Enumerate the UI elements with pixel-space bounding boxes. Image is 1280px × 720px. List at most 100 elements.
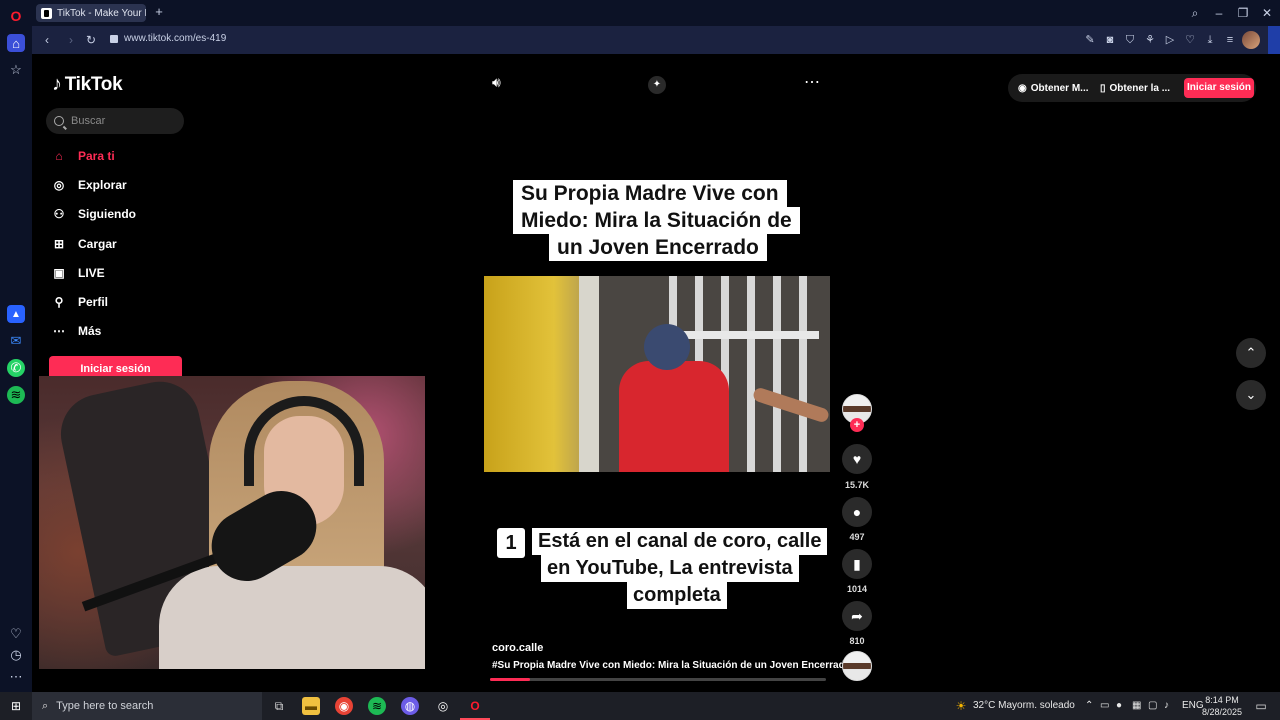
new-tab-button[interactable]: + xyxy=(152,5,166,19)
display-icon[interactable]: ▢ xyxy=(1148,700,1157,711)
search-tabs-icon[interactable]: ⌕ xyxy=(1186,4,1204,22)
windows-start-icon[interactable]: ⊞ xyxy=(7,697,25,715)
volume-icon[interactable]: 🔊︎ xyxy=(492,74,501,91)
history-icon[interactable]: ◷ xyxy=(7,646,25,664)
next-video-button[interactable]: ⌄ xyxy=(1236,380,1266,410)
maximize-icon[interactable]: ❐ xyxy=(1234,4,1252,22)
sidebar-item-mas[interactable]: ⋯ Más xyxy=(52,320,101,342)
menu-icon[interactable]: ≡ xyxy=(1222,32,1238,48)
system-clock[interactable]: 8:14 PM 8/28/2025 xyxy=(1202,694,1242,718)
save-button[interactable]: ▮ xyxy=(842,549,872,579)
star-icon[interactable]: ☆ xyxy=(7,61,25,79)
url-field[interactable]: www.tiktok.com/es-419 xyxy=(110,33,226,44)
messenger-taskbar-icon[interactable]: ◍ xyxy=(401,697,419,715)
shield-icon[interactable]: ⛉ xyxy=(1122,32,1138,48)
sidebar-item-cargar[interactable]: ⊞ Cargar xyxy=(52,233,117,255)
caption-number: 1 xyxy=(497,528,525,558)
spotify-taskbar-icon[interactable]: ≋ xyxy=(368,697,386,715)
profile-avatar[interactable] xyxy=(1242,31,1260,49)
search-input[interactable] xyxy=(71,115,171,127)
get-app-button[interactable]: ▯ Obtener la ... xyxy=(1100,74,1170,102)
video-title-overlay: Su Propia Madre Vive con Miedo: Mira la … xyxy=(481,180,803,266)
back-icon[interactable]: ‹ xyxy=(38,31,56,49)
meet-icon[interactable]: ▭ xyxy=(1100,700,1109,711)
sidebar-item-siguiendo[interactable]: ⚇ Siguiendo xyxy=(52,203,136,225)
video-progress-bar[interactable] xyxy=(490,678,826,681)
compass-icon: ◎ xyxy=(53,178,65,192)
tiktok-logo[interactable]: ♪ TikTok xyxy=(52,73,123,96)
heart-icon[interactable]: ♡ xyxy=(1182,32,1198,48)
get-app-label: Obtener la ... xyxy=(1109,82,1171,94)
lock-icon xyxy=(110,34,118,43)
sidebar-item-para-ti[interactable]: ⌂ Para ti xyxy=(52,145,114,167)
taskbar-search-input[interactable] xyxy=(56,700,207,712)
obs-icon[interactable]: ◎ xyxy=(434,697,452,715)
bookmark-icon: ▮ xyxy=(853,555,861,572)
tab-tiktok[interactable]: TikTok - Make Your Da × xyxy=(36,4,146,22)
share-icon: ➦ xyxy=(851,607,863,624)
upload-icon: ⊞ xyxy=(53,237,65,251)
forward-icon[interactable]: › xyxy=(62,31,80,49)
more-options-icon[interactable]: ⋯ xyxy=(804,72,820,92)
share-button[interactable]: ➦ xyxy=(842,601,872,631)
logo-text: TikTok xyxy=(64,73,123,95)
tray-chevron-icon[interactable]: ⌃ xyxy=(1085,700,1093,711)
play-icon[interactable]: ▷ xyxy=(1162,32,1178,48)
clock-time: 8:14 PM xyxy=(1205,695,1239,705)
edit-icon[interactable]: ✎ xyxy=(1082,32,1098,48)
video-description: #Su Propia Madre Vive con Miedo: Mira la… xyxy=(492,660,851,671)
profile-icon: ⚲ xyxy=(54,295,64,309)
network-icon[interactable]: ▦ xyxy=(1132,700,1141,711)
title-line-3: un Joven Encerrado xyxy=(549,234,767,261)
notification-icon[interactable]: ▭ xyxy=(1252,697,1270,715)
messenger-icon[interactable]: ✉ xyxy=(7,332,25,350)
previous-video-button[interactable]: ⌃ xyxy=(1236,338,1266,368)
reload-icon[interactable]: ↻ xyxy=(82,31,100,49)
address-bar: ‹ › ↻ www.tiktok.com/es-419 ✎ ◙ ⛉ ⚘ ▷ ♡ … xyxy=(32,26,1268,54)
vpn-icon[interactable]: ⚘ xyxy=(1142,32,1158,48)
weather-text[interactable]: 32°C Mayorm. soleado xyxy=(973,700,1075,711)
get-coins-button[interactable]: ◉ Obtener M... xyxy=(1018,74,1089,102)
video-author[interactable]: coro.calle xyxy=(492,642,543,654)
header-login-button[interactable]: Iniciar sesión xyxy=(1184,78,1254,98)
sidebar-item-explorar[interactable]: ◎ Explorar xyxy=(52,174,127,196)
tab-title: TikTok - Make Your Da xyxy=(57,7,146,19)
search-icon: ⌕ xyxy=(42,699,49,712)
home-icon[interactable]: ⌂ xyxy=(7,34,25,52)
download-icon[interactable]: ⤓ xyxy=(1202,32,1218,48)
comment-button[interactable]: ● xyxy=(842,497,872,527)
like-button[interactable]: ♥ xyxy=(842,444,872,474)
volume-tray-icon[interactable]: ♪ xyxy=(1164,700,1169,711)
taskbar-search[interactable]: ⌕ xyxy=(32,692,262,720)
weather-icon[interactable]: ☀ xyxy=(952,697,970,715)
follow-plus-icon[interactable]: + xyxy=(850,418,864,432)
microphone-icon[interactable]: ● xyxy=(1116,700,1122,711)
file-explorer-icon[interactable]: ▬ xyxy=(302,697,320,715)
home-icon: ⌂ xyxy=(55,149,63,163)
task-view-icon[interactable]: ⧉ xyxy=(270,697,288,715)
more-icon[interactable]: ⋯ xyxy=(7,668,25,686)
sidebar-item-label: Cargar xyxy=(78,237,117,251)
chrome-icon[interactable]: ◉ xyxy=(335,697,353,715)
close-window-icon[interactable]: ✕ xyxy=(1258,4,1276,22)
ai-sparkle-icon[interactable]: ✦ xyxy=(648,76,666,94)
search-icon xyxy=(54,116,64,126)
sidebar-item-live[interactable]: ▣ LIVE xyxy=(52,262,104,284)
opera-logo-icon[interactable]: O xyxy=(7,7,25,25)
heart-icon[interactable]: ♡ xyxy=(7,625,25,643)
music-disc-avatar[interactable] xyxy=(842,651,872,681)
sidebar-toggle[interactable] xyxy=(1268,26,1280,54)
whatsapp-icon[interactable]: ✆ xyxy=(7,359,25,377)
search-box[interactable] xyxy=(46,108,184,134)
aria-icon[interactable]: ▲ xyxy=(7,305,25,323)
video-caption-overlay: 1 Está en el canal de coro, calle en You… xyxy=(465,472,828,609)
sidebar-item-perfil[interactable]: ⚲ Perfil xyxy=(52,291,108,313)
spotify-icon[interactable]: ≋ xyxy=(7,386,25,404)
like-count: 15.7K xyxy=(844,480,870,490)
opera-taskbar-icon[interactable]: O xyxy=(466,697,484,715)
title-line-2: Miedo: Mira la Situación de xyxy=(513,207,800,234)
windows-taskbar: ⊞ ⌕ ⧉ ▬ ◉ ≋ ◍ ◎ O ☀ 32°C Mayorm. soleado… xyxy=(0,692,1280,720)
minimize-icon[interactable]: – xyxy=(1210,4,1228,22)
language-indicator[interactable]: ENG xyxy=(1182,700,1204,711)
camera-icon[interactable]: ◙ xyxy=(1102,32,1118,48)
